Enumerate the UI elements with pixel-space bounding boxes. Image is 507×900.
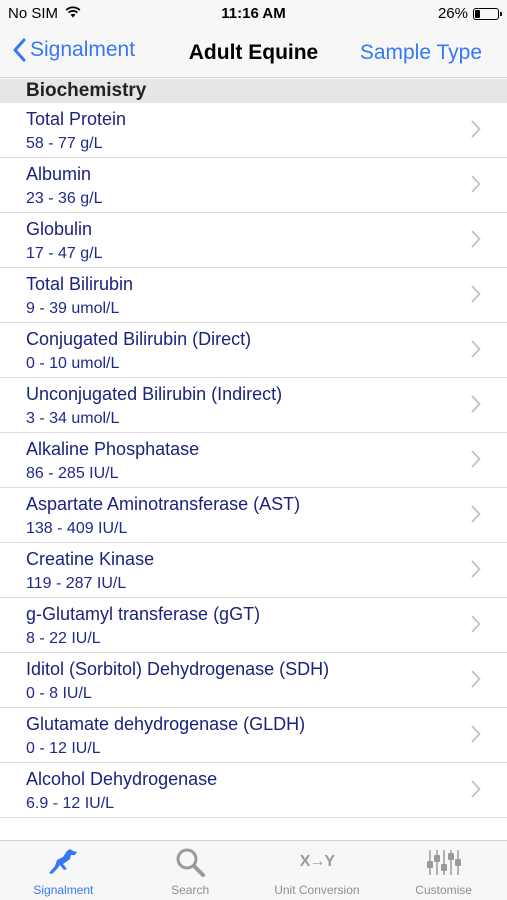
list-item[interactable]: Aspartate Aminotransferase (AST) 138 - 40…: [0, 488, 507, 543]
reference-range: 86 - 285 IU/L: [26, 465, 119, 482]
list-item[interactable]: Iditol (Sorbitol) Dehydrogenase (SDH) 0 -…: [0, 653, 507, 708]
chevron-right-icon: [471, 670, 481, 688]
back-button[interactable]: Signalment: [12, 38, 135, 62]
test-name: Iditol (Sorbitol) Dehydrogenase (SDH): [26, 659, 330, 679]
list-item[interactable]: Glutamate dehydrogenase (GLDH) 0 - 12 IU/…: [0, 708, 507, 763]
test-name: Creatine Kinase: [26, 549, 155, 569]
chevron-right-icon: [471, 285, 481, 303]
reference-range: 138 - 409 IU/L: [26, 520, 128, 537]
sample-type-button[interactable]: Sample Type: [360, 41, 482, 65]
horse-icon: [46, 847, 80, 877]
reference-range: 6.9 - 12 IU/L: [26, 795, 115, 812]
test-name: Glutamate dehydrogenase (GLDH): [26, 714, 306, 734]
test-name: Albumin: [26, 164, 92, 184]
reference-range: 119 - 287 IU/L: [26, 575, 127, 592]
test-name: g-Glutamyl transferase (gGT): [26, 604, 261, 624]
list-item[interactable]: Conjugated Bilirubin (Direct) 0 - 10 umol…: [0, 323, 507, 378]
tab-customise[interactable]: Customise: [380, 841, 507, 900]
tab-bar: Signalment Search X→Y Unit Conversion Cu…: [0, 840, 507, 900]
tab-signalment[interactable]: Signalment: [0, 841, 127, 900]
reference-range: 0 - 10 umol/L: [26, 355, 120, 372]
chevron-right-icon: [471, 725, 481, 743]
list-item[interactable]: Unconjugated Bilirubin (Indirect) 3 - 34 …: [0, 378, 507, 433]
tab-label: Unit Conversion: [274, 883, 360, 897]
chevron-right-icon: [471, 780, 481, 798]
screen: No SIM 11:16 AM 26% Signalment Adult Equ…: [0, 0, 507, 900]
test-name: Aspartate Aminotransferase (AST): [26, 494, 301, 514]
navigation-bar: Signalment Adult Equine Sample Type: [0, 30, 507, 78]
test-name: Conjugated Bilirubin (Direct): [26, 329, 252, 349]
reference-range: 58 - 77 g/L: [26, 135, 103, 152]
x-to-y-icon: X→Y: [299, 847, 335, 877]
list-item[interactable]: Total Protein 58 - 77 g/L: [0, 103, 507, 158]
reference-range: 9 - 39 umol/L: [26, 300, 120, 317]
status-bar: No SIM 11:16 AM 26%: [0, 0, 507, 30]
list-item[interactable]: Alkaline Phosphatase 86 - 285 IU/L: [0, 433, 507, 488]
tab-label: Signalment: [33, 883, 94, 897]
chevron-right-icon: [471, 450, 481, 468]
tab-unit-conversion[interactable]: X→Y Unit Conversion: [254, 841, 381, 900]
list-item[interactable]: Total Bilirubin 9 - 39 umol/L: [0, 268, 507, 323]
battery-icon: [473, 7, 502, 20]
list-item[interactable]: Creatine Kinase 119 - 287 IU/L: [0, 543, 507, 598]
reference-range: 0 - 8 IU/L: [26, 685, 92, 702]
reference-range: 0 - 12 IU/L: [26, 740, 101, 757]
chevron-right-icon: [471, 615, 481, 633]
battery-percent: 26%: [437, 5, 468, 22]
chevron-right-icon: [471, 230, 481, 248]
search-icon: [174, 847, 206, 877]
reference-range: 23 - 36 g/L: [26, 190, 103, 207]
test-name: Alkaline Phosphatase: [26, 439, 200, 459]
chevron-right-icon: [471, 340, 481, 358]
test-name: Alcohol Dehydrogenase: [26, 769, 218, 789]
chevron-right-icon: [471, 395, 481, 413]
chevron-right-icon: [471, 560, 481, 578]
section-header: Biochemistry: [0, 79, 507, 103]
list-item[interactable]: Alcohol Dehydrogenase 6.9 - 12 IU/L: [0, 763, 507, 818]
tab-search[interactable]: Search: [127, 841, 254, 900]
x-to-y-glyph: X→Y: [299, 853, 335, 870]
status-right: 26%: [437, 5, 502, 22]
test-name: Total Protein: [26, 109, 127, 129]
test-name: Unconjugated Bilirubin (Indirect): [26, 384, 283, 404]
tab-label: Customise: [415, 883, 472, 897]
sliders-icon: [426, 847, 462, 877]
back-label: Signalment: [30, 38, 136, 61]
test-list: Total Protein 58 - 77 g/L Albumin 23 - 36 g…: [0, 103, 507, 818]
reference-range: 3 - 34 umol/L: [26, 410, 120, 427]
battery-level: [475, 9, 480, 18]
status-time: 11:16 AM: [221, 5, 286, 22]
list-item[interactable]: Albumin 23 - 36 g/L: [0, 158, 507, 213]
test-name: Total Bilirubin: [26, 274, 134, 294]
list-item[interactable]: g-Glutamyl transferase (gGT) 8 - 22 IU/L: [0, 598, 507, 653]
chevron-left-icon: [13, 38, 26, 62]
chevron-right-icon: [471, 175, 481, 193]
test-name: Globulin: [26, 219, 93, 239]
reference-range: 8 - 22 IU/L: [26, 630, 101, 647]
tab-label: Search: [171, 883, 210, 897]
list-item[interactable]: Globulin 17 - 47 g/L: [0, 213, 507, 268]
reference-range: 17 - 47 g/L: [26, 245, 103, 262]
chevron-right-icon: [471, 120, 481, 138]
chevron-right-icon: [471, 505, 481, 523]
